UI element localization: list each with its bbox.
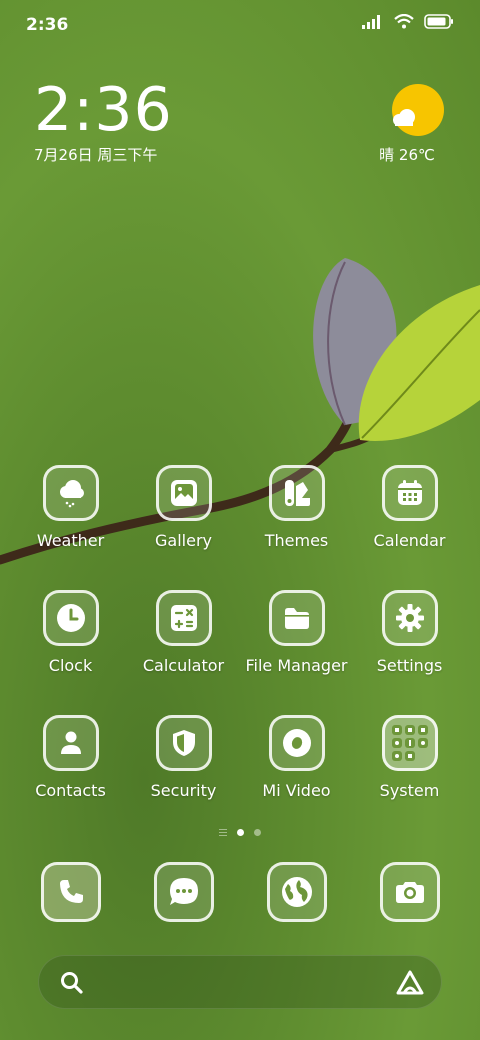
search-bar[interactable]	[38, 955, 442, 1009]
page-dot-active[interactable]	[237, 829, 244, 836]
weather-widget[interactable]: 晴 26℃	[379, 84, 444, 165]
gallery-icon	[155, 465, 212, 521]
app-themes[interactable]: Themes	[240, 465, 353, 550]
menu-page-icon[interactable]	[219, 829, 227, 836]
status-time: 2:36	[26, 15, 69, 35]
folder-icon	[268, 590, 325, 646]
app-security[interactable]: Security	[127, 715, 240, 800]
app-clock[interactable]: Clock	[14, 590, 127, 675]
themes-icon	[268, 465, 325, 521]
calendar-icon	[381, 465, 438, 521]
browser-icon	[266, 862, 327, 922]
sunny-cloud-icon	[392, 84, 444, 136]
status-bar: 2:36	[0, 0, 480, 50]
app-label: Weather	[36, 531, 105, 550]
signal-icon	[362, 14, 380, 29]
phone-icon	[40, 862, 101, 922]
clock-icon	[42, 590, 99, 646]
dock-messages[interactable]	[127, 862, 240, 922]
clock-date: 7月26日 周三下午	[34, 146, 158, 164]
folder-system[interactable]: System	[353, 715, 466, 800]
app-calculator[interactable]: Calculator	[127, 590, 240, 675]
shield-icon	[155, 715, 212, 771]
app-label: Settings	[376, 656, 443, 675]
app-gallery[interactable]: Gallery	[127, 465, 240, 550]
calculator-icon	[155, 590, 212, 646]
app-contacts[interactable]: Contacts	[14, 715, 127, 800]
app-label: Mi Video	[262, 781, 331, 800]
app-label: System	[379, 781, 440, 800]
status-icons	[362, 14, 454, 29]
message-icon	[153, 862, 214, 922]
weather-icon	[42, 465, 99, 521]
page-dot[interactable]	[254, 829, 261, 836]
battery-icon	[424, 14, 453, 29]
wifi-icon	[394, 14, 414, 29]
app-label: Gallery	[155, 531, 212, 550]
app-mi-video[interactable]: Mi Video	[240, 715, 353, 800]
app-label: Security	[150, 781, 217, 800]
app-calendar[interactable]: Calendar	[353, 465, 466, 550]
folder-grid-icon	[381, 715, 438, 771]
assistant-icon[interactable]	[395, 969, 425, 997]
app-label: File Manager	[245, 656, 348, 675]
app-label: Calendar	[373, 531, 446, 550]
gear-icon	[381, 590, 438, 646]
clock-widget[interactable]: 2:36 7月26日 周三下午	[34, 78, 173, 165]
app-label: Calculator	[142, 656, 225, 675]
app-weather[interactable]: Weather	[14, 465, 127, 550]
app-label: Clock	[48, 656, 93, 675]
app-settings[interactable]: Settings	[353, 590, 466, 675]
video-icon	[268, 715, 325, 771]
clock-time: 2:36	[34, 75, 173, 145]
app-label: Contacts	[35, 781, 106, 800]
dock-camera[interactable]	[353, 862, 466, 922]
app-label: Themes	[264, 531, 329, 550]
weather-text: 晴 26℃	[379, 146, 435, 164]
dock-phone[interactable]	[14, 862, 127, 922]
person-icon	[42, 715, 99, 771]
page-indicator	[0, 829, 480, 836]
app-file-manager[interactable]: File Manager	[240, 590, 353, 675]
search-icon	[61, 972, 83, 994]
dock-browser[interactable]	[240, 862, 353, 922]
camera-icon	[379, 862, 440, 922]
